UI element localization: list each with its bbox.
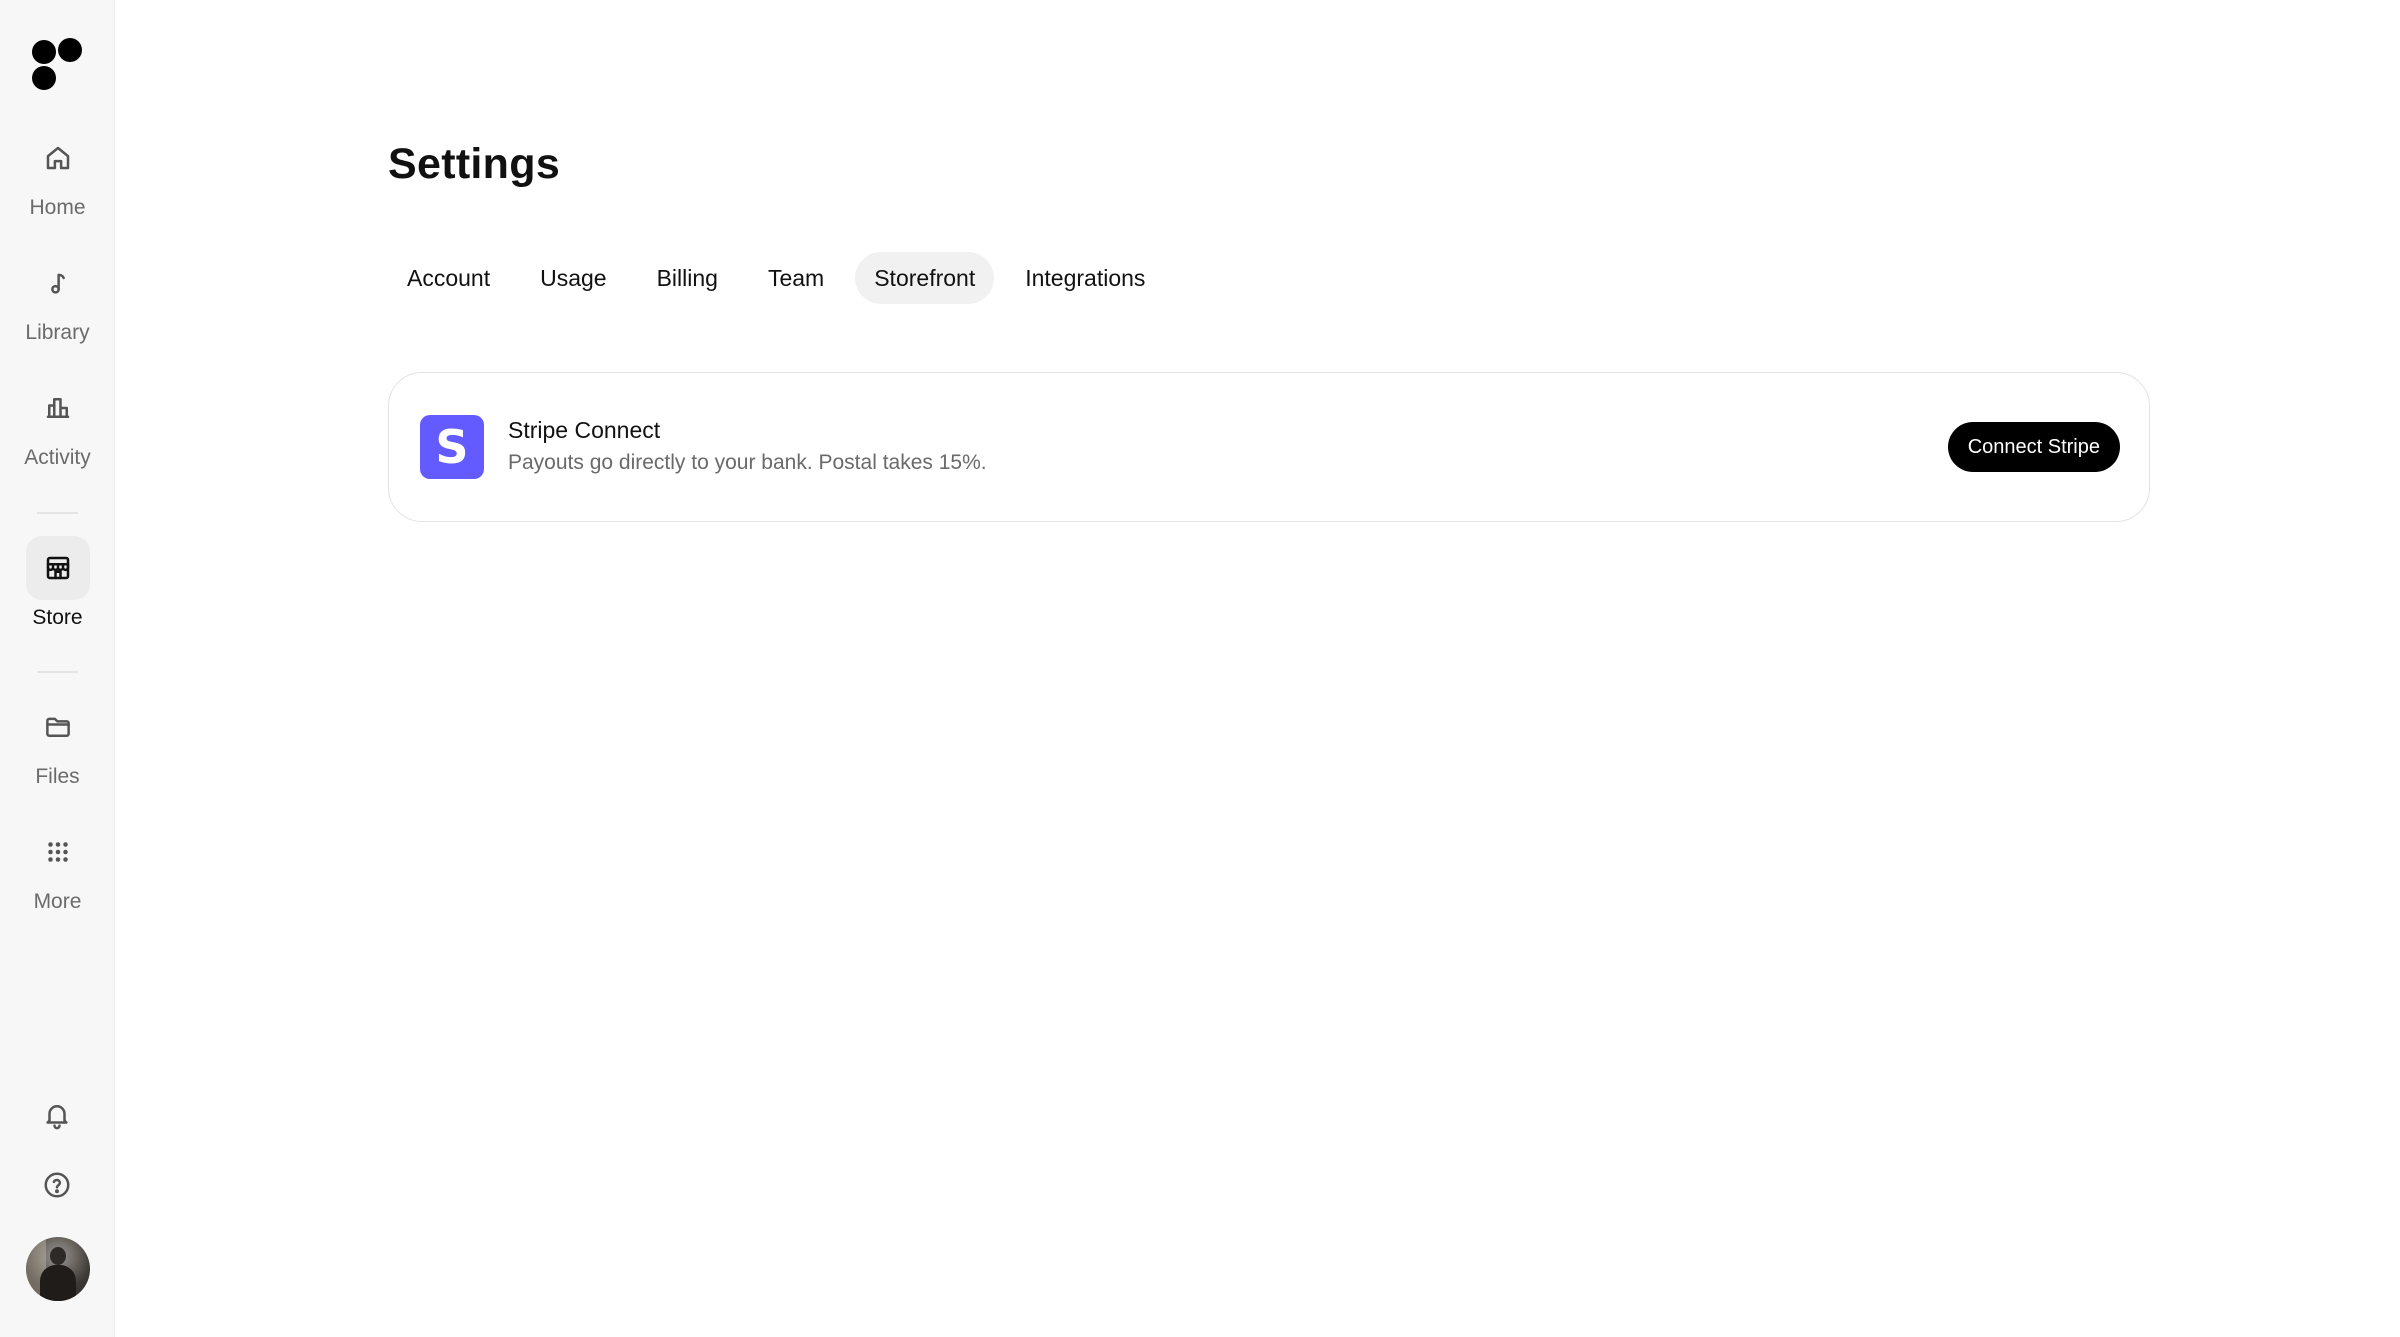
page-title: Settings: [388, 140, 561, 188]
folder-icon: [26, 695, 90, 759]
home-icon: [26, 126, 90, 190]
music-note-icon: [26, 251, 90, 315]
sidebar-item-activity[interactable]: Activity: [0, 376, 115, 486]
store-icon: [25, 536, 90, 600]
tab-account[interactable]: Account: [388, 252, 509, 304]
sidebar: Home Library Activity Store Files More: [0, 0, 115, 1337]
card-description: Payouts go directly to your bank. Postal…: [508, 451, 987, 474]
help-circle-icon: [42, 1170, 72, 1205]
tab-usage[interactable]: Usage: [521, 252, 625, 304]
card-title: Stripe Connect: [508, 417, 661, 443]
app-logo[interactable]: [30, 38, 84, 92]
sidebar-item-library[interactable]: Library: [0, 251, 115, 361]
tab-storefront[interactable]: Storefront: [855, 252, 995, 304]
sidebar-item-files[interactable]: Files: [0, 695, 115, 805]
notifications-button[interactable]: [27, 1087, 87, 1147]
user-avatar[interactable]: [26, 1237, 90, 1301]
sidebar-item-label: Activity: [24, 446, 91, 469]
sidebar-item-label: Library: [25, 321, 90, 344]
settings-tabs: Account Usage Billing Team Storefront In…: [388, 252, 1176, 304]
sidebar-item-label: Store: [32, 606, 83, 629]
sidebar-item-more[interactable]: More: [0, 820, 115, 930]
bell-icon: [42, 1100, 72, 1135]
tab-billing[interactable]: Billing: [638, 252, 737, 304]
stripe-connect-card: S Stripe Connect Payouts go directly to …: [388, 372, 2150, 522]
sidebar-item-home[interactable]: Home: [0, 126, 115, 236]
stripe-logo-icon: S: [420, 415, 484, 479]
sidebar-item-label: Files: [35, 765, 80, 788]
sidebar-divider: [37, 512, 78, 514]
sidebar-item-store[interactable]: Store: [0, 536, 115, 646]
help-button[interactable]: [27, 1157, 87, 1217]
sidebar-divider: [37, 671, 78, 673]
tab-integrations[interactable]: Integrations: [1006, 252, 1164, 304]
tab-team[interactable]: Team: [749, 252, 843, 304]
sidebar-item-label: More: [33, 890, 82, 913]
main-content: Settings Account Usage Billing Team Stor…: [116, 0, 2400, 1337]
grid-dots-icon: [26, 820, 90, 884]
sidebar-item-label: Home: [29, 196, 86, 219]
bar-chart-icon: [26, 376, 90, 440]
connect-stripe-button[interactable]: Connect Stripe: [1947, 422, 2120, 472]
